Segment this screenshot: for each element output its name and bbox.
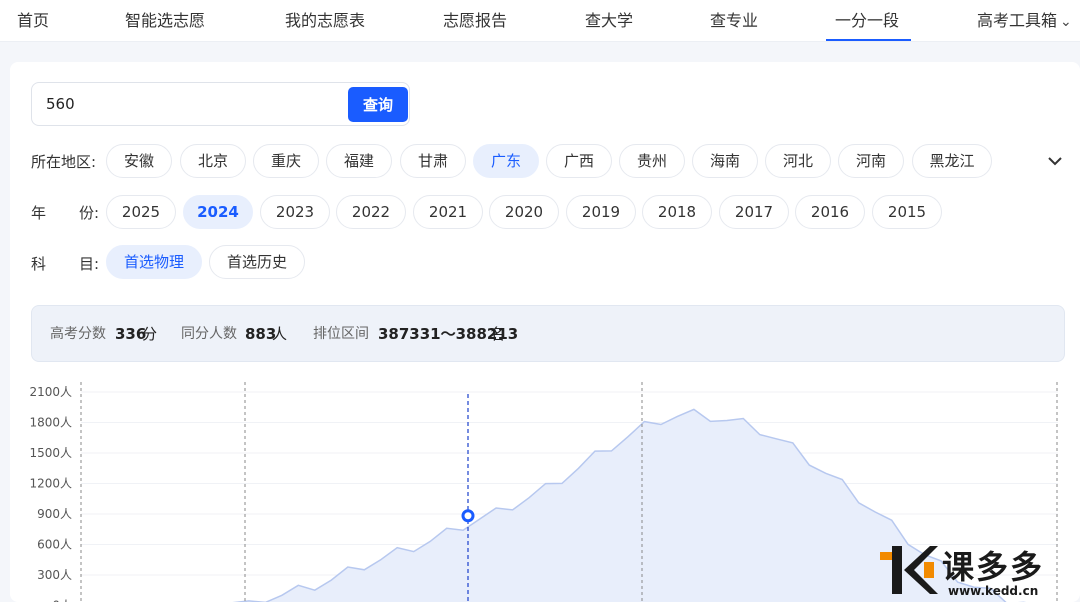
region-chip[interactable]: 福建 bbox=[326, 144, 392, 178]
subject-label-b: 目: bbox=[79, 255, 100, 273]
region-chip[interactable]: 北京 bbox=[180, 144, 246, 178]
year-chip[interactable]: 2020 bbox=[489, 195, 559, 229]
rank-range-unit: 名 bbox=[490, 325, 506, 343]
region-chip[interactable]: 贵州 bbox=[619, 144, 685, 178]
subject-chip-selected[interactable]: 首选物理 bbox=[106, 245, 202, 279]
y-tick-label: 0人 bbox=[52, 599, 72, 602]
y-tick-label: 1800人 bbox=[29, 416, 72, 430]
top-nav: 首页 智能选志愿 我的志愿表 志愿报告 查大学 查专业 一分一段 高考工具箱 ⌄ bbox=[0, 0, 1080, 42]
y-tick-label: 600人 bbox=[37, 538, 72, 552]
current-score-marker-dot[interactable] bbox=[461, 509, 475, 523]
year-label-a: 年 bbox=[31, 204, 47, 222]
logo: 课多多 www.kedd.cn bbox=[880, 542, 1080, 602]
logo-url: www.kedd.cn bbox=[948, 584, 1039, 598]
year-chip[interactable]: 2018 bbox=[642, 195, 712, 229]
nav-toolbox-label: 高考工具箱 bbox=[977, 11, 1058, 30]
score-unit: 分 bbox=[142, 325, 158, 343]
region-chip[interactable]: 河北 bbox=[765, 144, 831, 178]
year-chip[interactable]: 2025 bbox=[106, 195, 176, 229]
region-chip[interactable]: 黑龙江 bbox=[912, 144, 992, 178]
y-tick-label: 900人 bbox=[37, 507, 72, 521]
y-tick-label: 1200人 bbox=[29, 477, 72, 491]
year-chip[interactable]: 2023 bbox=[260, 195, 330, 229]
score-label: 高考分数 bbox=[50, 326, 106, 342]
nav-score-rank-table[interactable]: 一分一段 bbox=[835, 0, 899, 42]
region-chip[interactable]: 重庆 bbox=[253, 144, 319, 178]
year-chip[interactable]: 2019 bbox=[566, 195, 636, 229]
subject-label-a: 科 bbox=[31, 255, 47, 273]
year-chip-selected[interactable]: 2024 bbox=[183, 195, 253, 229]
year-chip[interactable]: 2016 bbox=[795, 195, 865, 229]
region-chip[interactable]: 河南 bbox=[838, 144, 904, 178]
same-score-count-unit: 人 bbox=[272, 325, 288, 343]
kedd-logo-icon bbox=[880, 546, 938, 594]
score-input[interactable] bbox=[46, 83, 336, 125]
region-chip[interactable]: 安徽 bbox=[106, 144, 172, 178]
y-tick-label: 2100人 bbox=[29, 385, 72, 399]
year-chip[interactable]: 2022 bbox=[336, 195, 406, 229]
nav-smart-select[interactable]: 智能选志愿 bbox=[125, 0, 205, 42]
nav-gaokao-toolbox[interactable]: 高考工具箱 ⌄ bbox=[977, 0, 1072, 42]
subject-chip[interactable]: 首选历史 bbox=[209, 245, 305, 279]
nav-my-volunteer-form[interactable]: 我的志愿表 bbox=[285, 0, 365, 42]
region-chip-selected[interactable]: 广东 bbox=[473, 144, 539, 178]
y-tick-label: 300人 bbox=[37, 568, 72, 582]
region-chip[interactable]: 甘肃 bbox=[400, 144, 466, 178]
region-label: 所在地区: bbox=[31, 153, 97, 171]
chevron-down-icon[interactable] bbox=[1044, 150, 1066, 172]
nav-search-major[interactable]: 查专业 bbox=[710, 0, 758, 42]
same-score-count-label: 同分人数 bbox=[181, 326, 237, 342]
year-label-b: 份: bbox=[79, 204, 100, 222]
search-button[interactable]: 查询 bbox=[348, 87, 408, 122]
nav-volunteer-report[interactable]: 志愿报告 bbox=[443, 0, 507, 42]
year-chip[interactable]: 2017 bbox=[719, 195, 789, 229]
active-tab-indicator bbox=[826, 39, 911, 41]
region-chip[interactable]: 广西 bbox=[546, 144, 612, 178]
chevron-down-icon: ⌄ bbox=[1060, 14, 1072, 30]
y-tick-label: 1500人 bbox=[29, 446, 72, 460]
rank-range-label: 排位区间 bbox=[313, 326, 369, 342]
logo-text: 课多多 bbox=[942, 548, 1045, 586]
year-chip[interactable]: 2015 bbox=[872, 195, 942, 229]
score-search-box: 查询 bbox=[31, 82, 410, 126]
nav-search-university[interactable]: 查大学 bbox=[585, 0, 633, 42]
region-chip[interactable]: 海南 bbox=[692, 144, 758, 178]
year-chip[interactable]: 2021 bbox=[413, 195, 483, 229]
nav-home[interactable]: 首页 bbox=[17, 0, 49, 42]
score-result-bar: 高考分数 336 分 同分人数 883 人 排位区间 387331～388213… bbox=[31, 305, 1065, 362]
